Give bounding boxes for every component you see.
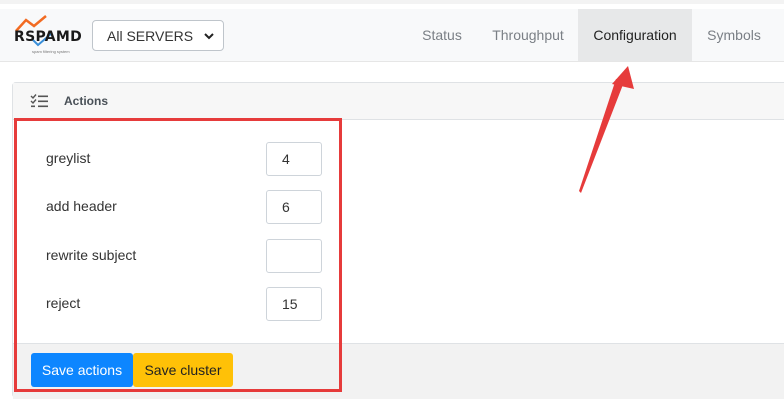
greylist-input[interactable] <box>266 142 322 176</box>
actions-card-header[interactable]: Actions <box>13 83 784 120</box>
list-check-icon <box>30 94 48 108</box>
tab-throughput[interactable]: Throughput <box>479 9 577 61</box>
reject-input[interactable] <box>266 287 322 321</box>
logo-tagline: spam filtering system <box>32 49 70 54</box>
actions-title: Actions <box>64 94 109 108</box>
greylist-label: greylist <box>46 150 91 166</box>
tab-configuration[interactable]: Configuration <box>578 9 692 61</box>
server-select-value: All SERVERS <box>107 28 194 44</box>
logo-text: RSPAMD <box>14 29 83 45</box>
annotation-arrow-icon <box>579 66 634 193</box>
save-actions-button[interactable]: Save actions <box>31 353 133 387</box>
rewrite-subject-input[interactable] <box>266 239 322 273</box>
rewrite-subject-label: rewrite subject <box>46 247 137 263</box>
add-header-input[interactable] <box>266 190 322 224</box>
window-top-strip <box>0 0 784 9</box>
rspamd-logo[interactable]: RSPAMD spam filtering system <box>12 15 82 59</box>
window-top-bar <box>0 0 784 4</box>
reject-label: reject <box>46 295 81 311</box>
add-header-label: add header <box>46 198 117 214</box>
tab-symbols[interactable]: Symbols <box>696 9 772 61</box>
save-cluster-button[interactable]: Save cluster <box>133 353 233 387</box>
navbar: RSPAMD spam filtering system All SERVERS… <box>0 9 784 62</box>
chevron-down-icon <box>204 33 214 40</box>
tab-status[interactable]: Status <box>408 9 476 61</box>
server-select[interactable]: All SERVERS <box>92 20 224 51</box>
